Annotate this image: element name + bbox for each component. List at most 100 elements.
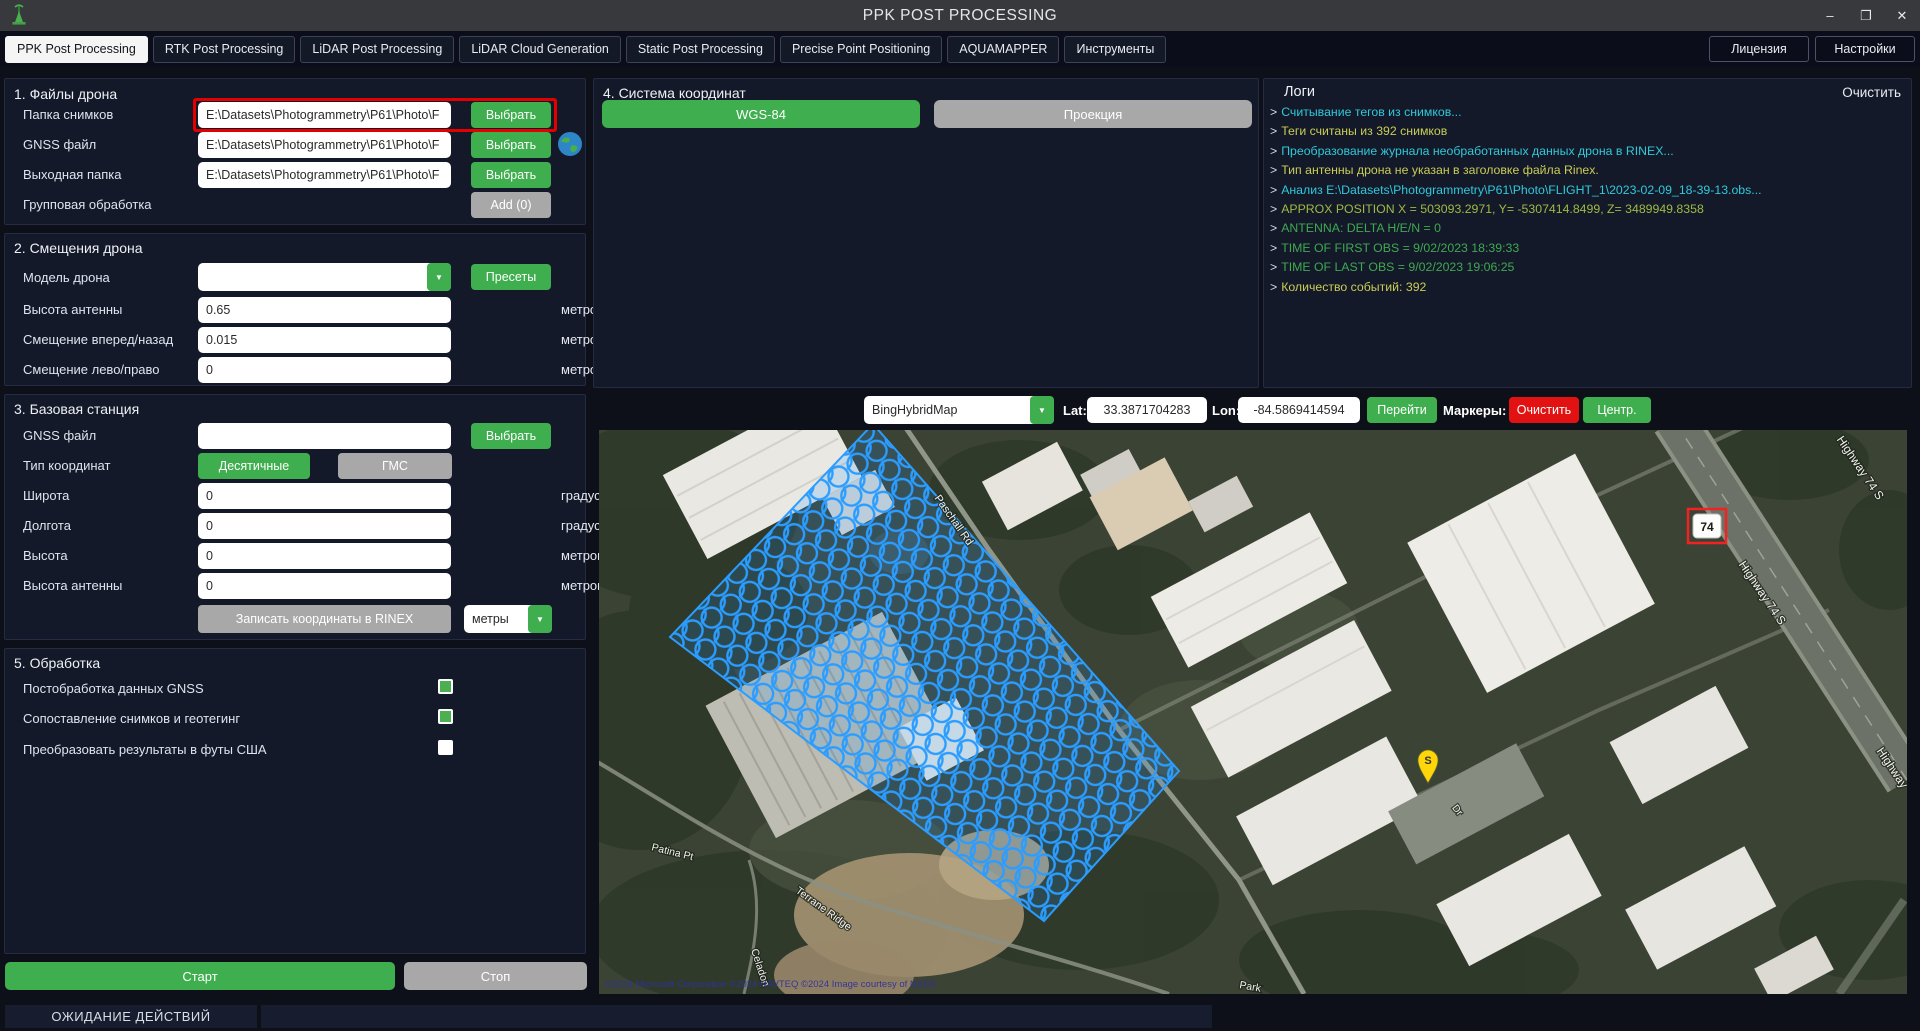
stop-button[interactable]: Стоп	[404, 962, 587, 990]
markers-clear-button[interactable]: Очистить	[1509, 397, 1579, 423]
height-label: Высота	[23, 548, 68, 563]
minimize-button[interactable]: –	[1812, 0, 1848, 31]
log-entry: >Считывание тегов из снимков...	[1270, 105, 1910, 119]
batch-processing-label: Групповая обработка	[23, 197, 152, 212]
antenna-height-input[interactable]	[198, 297, 451, 323]
gnss-file-input[interactable]	[198, 132, 451, 158]
longitude-input[interactable]	[198, 513, 451, 539]
logs-panel[interactable]: Логи Очистить >Считывание тегов из снимк…	[1263, 78, 1912, 388]
globe-icon[interactable]	[557, 131, 583, 157]
tab-lidar-cloud-generation[interactable]: LiDAR Cloud Generation	[459, 36, 621, 63]
output-folder-browse-button[interactable]: Выбрать	[471, 162, 551, 188]
section-title: 2. Смещения дрона	[14, 240, 143, 256]
photo-folder-input[interactable]	[198, 102, 451, 128]
map-copyright: ©2024 Microsoft Corporation ©2024 NAVTEQ…	[605, 979, 936, 990]
lon-input[interactable]	[1238, 397, 1360, 423]
us-feet-label: Преобразовать результаты в футы США	[23, 742, 267, 757]
base-gnss-file-input[interactable]	[198, 423, 451, 449]
section-drone-offsets: 2. Смещения дрона Модель дрона ▼ Пресеты…	[4, 233, 586, 386]
lat-label: Lat:	[1063, 403, 1087, 418]
map-layer-select[interactable]: BingHybridMap ▼	[864, 396, 1054, 424]
base-antenna-height-input[interactable]	[198, 573, 451, 599]
log-entry: >Тип антенны дрона не указан в заголовке…	[1270, 163, 1910, 177]
tab-rtk-post-processing[interactable]: RTK Post Processing	[153, 36, 296, 63]
offset-lateral-input[interactable]	[198, 357, 451, 383]
section-processing: 5. Обработка Постобработка данных GNSS С…	[4, 648, 586, 954]
tab-tools[interactable]: Инструменты	[1064, 36, 1166, 63]
section-coordinate-system: 4. Система координат WGS-84 Проекция	[593, 78, 1259, 388]
presets-button[interactable]: Пресеты	[471, 264, 551, 290]
lon-label: Lon:	[1212, 403, 1240, 418]
chevron-down-icon: ▼	[528, 605, 552, 633]
log-entry: >Теги считаны из 392 снимков	[1270, 124, 1910, 138]
section-title: 3. Базовая станция	[14, 401, 139, 417]
map-go-button[interactable]: Перейти	[1367, 397, 1437, 423]
log-entry: >Преобразование журнала необработанных д…	[1270, 144, 1910, 158]
photo-folder-label: Папка снимков	[23, 107, 113, 122]
height-input[interactable]	[198, 543, 451, 569]
tab-aquamapper[interactable]: AQUAMAPPER	[947, 36, 1059, 63]
drone-model-select[interactable]: ▼	[198, 263, 451, 291]
offset-forward-input[interactable]	[198, 327, 451, 353]
tab-ppk-post-processing[interactable]: PPK Post Processing	[5, 36, 148, 63]
lat-input[interactable]	[1087, 397, 1207, 423]
section-title: 4. Система координат	[603, 85, 746, 101]
section-base-station: 3. Базовая станция GNSS файл Выбрать Тип…	[4, 394, 586, 640]
coord-type-dms-button[interactable]: ГМС	[338, 453, 452, 479]
window-controls: – ❐ ✕	[1812, 0, 1920, 31]
settings-button[interactable]: Настройки	[1815, 36, 1915, 62]
map-layer-value: BingHybridMap	[864, 403, 957, 417]
drone-model-label: Модель дрона	[23, 270, 110, 285]
base-antenna-height-label: Высота антенны	[23, 578, 122, 593]
markers-label: Маркеры:	[1443, 403, 1506, 418]
logs-title: Логи	[1284, 84, 1315, 100]
output-folder-input[interactable]	[198, 162, 451, 188]
antenna-height-label: Высота антенны	[23, 302, 122, 317]
batch-add-button[interactable]: Add (0)	[471, 192, 551, 218]
photo-folder-browse-button[interactable]: Выбрать	[471, 102, 551, 128]
base-gnss-file-label: GNSS файл	[23, 428, 96, 443]
geotag-match-checkbox[interactable]	[438, 709, 453, 724]
close-button[interactable]: ✕	[1884, 0, 1920, 31]
gnss-postprocess-checkbox[interactable]	[438, 679, 453, 694]
output-folder-label: Выходная папка	[23, 167, 121, 182]
wgs84-button[interactable]: WGS-84	[602, 100, 920, 128]
license-button[interactable]: Лицензия	[1709, 36, 1809, 62]
title-bar: PPK POST PROCESSING – ❐ ✕	[0, 0, 1920, 31]
log-entry: >TIME OF FIRST OBS = 9/02/2023 18:39:33	[1270, 241, 1910, 255]
start-button[interactable]: Старт	[5, 962, 395, 990]
map-tiles: Paschall Rd Dr Patina Pt Terrane Ridge C…	[599, 430, 1907, 994]
tab-precise-point-positioning[interactable]: Precise Point Positioning	[780, 36, 942, 63]
log-entry: >ANTENNA: DELTA H/E/N = 0	[1270, 221, 1910, 235]
map-canvas[interactable]: Paschall Rd Dr Patina Pt Terrane Ridge C…	[599, 430, 1907, 994]
marker-letter: S	[1424, 755, 1431, 767]
status-box: ОЖИДАНИЕ ДЕЙСТВИЙ	[5, 1005, 257, 1028]
offset-forward-label: Смещение вперед/назад	[23, 332, 173, 347]
tab-lidar-post-processing[interactable]: LiDAR Post Processing	[300, 36, 454, 63]
gnss-file-browse-button[interactable]: Выбрать	[471, 132, 551, 158]
chevron-down-icon: ▼	[427, 263, 451, 291]
status-text: ОЖИДАНИЕ ДЕЙСТВИЙ	[5, 1005, 257, 1028]
offset-lateral-label: Смещение лево/право	[23, 362, 160, 377]
coord-type-decimal-button[interactable]: Десятичные	[198, 453, 310, 479]
us-feet-checkbox[interactable]	[438, 740, 453, 755]
chevron-down-icon: ▼	[1030, 396, 1054, 424]
geotag-match-label: Сопоставление снимков и геотегинг	[23, 711, 240, 726]
progress-track	[261, 1005, 1212, 1028]
units-select[interactable]: метры ▼	[464, 605, 552, 633]
tab-static-post-processing[interactable]: Static Post Processing	[626, 36, 775, 63]
latitude-input[interactable]	[198, 483, 451, 509]
latitude-label: Широта	[23, 488, 69, 503]
section-drone-files: 1. Файлы дрона Папка снимков Выбрать GNS…	[4, 78, 586, 225]
write-rinex-button[interactable]: Записать координаты в RINEX	[198, 605, 451, 633]
log-entry: >Количество событий: 392	[1270, 280, 1910, 294]
tab-bar: PPK Post Processing RTK Post Processing …	[0, 31, 1920, 67]
logs-clear-button[interactable]: Очистить	[1842, 85, 1901, 100]
unit-label: метров	[561, 548, 604, 563]
maximize-button[interactable]: ❐	[1848, 0, 1884, 31]
base-gnss-browse-button[interactable]: Выбрать	[471, 423, 551, 449]
gnss-file-label: GNSS файл	[23, 137, 96, 152]
units-value: метры	[464, 612, 509, 626]
map-center-button[interactable]: Центр.	[1583, 397, 1651, 423]
projection-button[interactable]: Проекция	[934, 100, 1252, 128]
